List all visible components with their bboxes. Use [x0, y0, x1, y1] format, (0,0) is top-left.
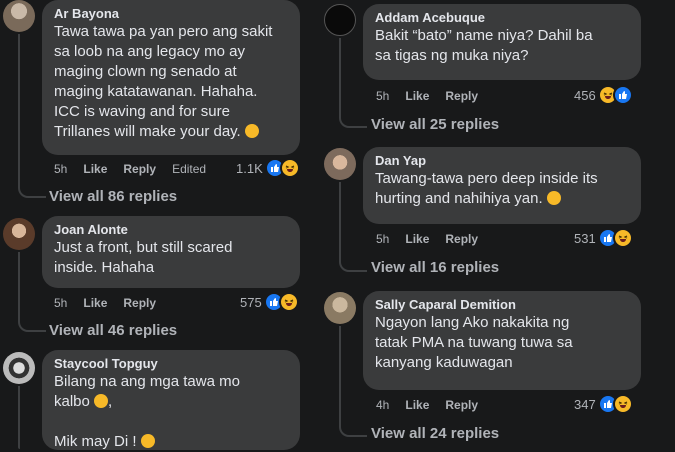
reply-thread-line: [18, 252, 46, 332]
reply-thread-line: [339, 38, 367, 128]
comment-text: Tawa tawa pa yan pero ang sakit sa loob …: [54, 23, 273, 140]
timestamp[interactable]: 4h: [376, 398, 389, 412]
like-reaction-icon: [612, 85, 633, 105]
timestamp[interactable]: 5h: [54, 162, 67, 176]
comment-bubble: Joan Alonte Just a front, but still scar…: [42, 216, 300, 288]
comment-text: Ngayon lang Ako nakakita ng tatak PMA na…: [375, 314, 573, 371]
comment-actions: 4h Like Reply: [376, 398, 478, 412]
reaction-summary[interactable]: 347: [574, 394, 633, 414]
laughing-emoji-icon: [94, 394, 109, 408]
comment-text: Bilang na ang mga tawa mo kalbo , Mik ma…: [54, 373, 240, 450]
reaction-count: 347: [574, 396, 596, 412]
reaction-summary[interactable]: 531: [574, 228, 633, 248]
commenter-name[interactable]: Dan Yap: [375, 153, 629, 169]
haha-reaction-icon: [612, 228, 633, 248]
like-button[interactable]: Like: [83, 162, 107, 176]
avatar[interactable]: [324, 148, 356, 180]
reply-button[interactable]: Reply: [123, 296, 156, 310]
comment-bubble: Sally Caparal Demition Ngayon lang Ako n…: [363, 291, 641, 390]
like-button[interactable]: Like: [405, 398, 429, 412]
reply-button[interactable]: Reply: [445, 89, 478, 103]
like-button[interactable]: Like: [83, 296, 107, 310]
comment-actions: 5h Like Reply: [54, 296, 156, 310]
comment-actions: 5h Like Reply: [376, 232, 478, 246]
commenter-name[interactable]: Addam Acebuque: [375, 10, 629, 26]
timestamp[interactable]: 5h: [376, 232, 389, 246]
reply-thread-line: [18, 34, 46, 198]
commenter-name[interactable]: Joan Alonte: [54, 222, 288, 238]
like-button[interactable]: Like: [405, 232, 429, 246]
avatar[interactable]: [324, 292, 356, 324]
edited-label: Edited: [172, 162, 207, 176]
reply-button[interactable]: Reply: [445, 232, 478, 246]
view-replies-link[interactable]: View all 46 replies: [49, 322, 177, 339]
reply-thread-line: [339, 326, 367, 437]
comment-bubble: Ar Bayona Tawa tawa pa yan pero ang saki…: [42, 0, 300, 155]
avatar[interactable]: [3, 218, 35, 250]
grin-sweat-emoji-icon: [244, 124, 259, 138]
reaction-count: 456: [574, 87, 596, 103]
timestamp[interactable]: 5h: [54, 296, 67, 310]
laughing-emoji-icon: [140, 434, 155, 448]
comment-actions: 5h Like Reply Edited: [54, 162, 206, 176]
grinning-emoji-icon: [546, 191, 561, 205]
avatar[interactable]: [3, 0, 35, 32]
view-replies-link[interactable]: View all 16 replies: [371, 259, 499, 276]
reaction-summary[interactable]: 456: [574, 85, 633, 105]
reaction-summary[interactable]: 1.1K: [236, 158, 300, 178]
reply-thread-line: [339, 182, 367, 272]
reaction-count: 531: [574, 230, 596, 246]
like-button[interactable]: Like: [405, 89, 429, 103]
reply-thread-line: [18, 386, 20, 449]
haha-reaction-icon: [279, 158, 300, 178]
reaction-count: 1.1K: [236, 160, 263, 176]
avatar[interactable]: [324, 4, 356, 36]
comment-bubble: Addam Acebuque Bakit “bato” name niya? D…: [363, 4, 641, 80]
view-replies-link[interactable]: View all 24 replies: [371, 425, 499, 442]
comment-text: Tawang-tawa pero deep inside its hurting…: [375, 170, 598, 207]
reply-button[interactable]: Reply: [123, 162, 156, 176]
reaction-count: 575: [240, 294, 262, 310]
reply-button[interactable]: Reply: [445, 398, 478, 412]
comment-text: Bakit “bato” name niya? Dahil ba sa tiga…: [375, 27, 593, 64]
comment-text: Just a front, but still scared inside. H…: [54, 239, 233, 276]
view-replies-link[interactable]: View all 25 replies: [371, 116, 499, 133]
comment-bubble: Staycool Topguy Bilang na ang mga tawa m…: [42, 350, 300, 450]
commenter-name[interactable]: Sally Caparal Demition: [375, 297, 629, 313]
view-replies-link[interactable]: View all 86 replies: [49, 188, 177, 205]
commenter-name[interactable]: Ar Bayona: [54, 6, 288, 22]
commenter-name[interactable]: Staycool Topguy: [54, 356, 288, 372]
timestamp[interactable]: 5h: [376, 89, 389, 103]
avatar[interactable]: [3, 352, 35, 384]
reaction-summary[interactable]: 575: [240, 292, 299, 312]
comment-bubble: Dan Yap Tawang-tawa pero deep inside its…: [363, 147, 641, 224]
haha-reaction-icon: [278, 292, 299, 312]
haha-reaction-icon: [612, 394, 633, 414]
comment-actions: 5h Like Reply: [376, 89, 478, 103]
